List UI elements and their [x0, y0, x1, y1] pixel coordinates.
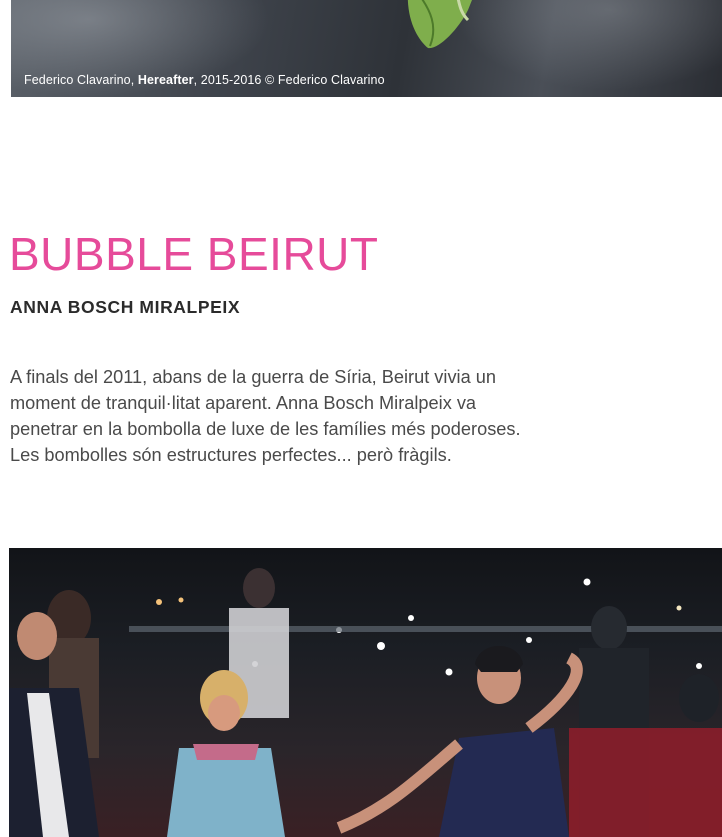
caption-author: Federico Clavarino,: [24, 73, 135, 87]
red-seating: [569, 728, 722, 837]
railing: [129, 626, 722, 632]
photo-highlight-right: [441, 0, 722, 97]
caption-details: , 2015-2016 © Federico Clavarino: [193, 73, 385, 87]
photo-caption: Federico Clavarino, Hereafter, 2015-2016…: [24, 73, 385, 87]
exhibition-description: A finals del 2011, abans de la guerra de…: [10, 364, 722, 468]
caption-work-title: Hereafter: [137, 73, 194, 87]
description-line: Les bombolles són estructures perfectes.…: [10, 445, 452, 465]
bottom-photo: [9, 548, 722, 837]
description-line: moment de tranquil·litat aparent. Anna B…: [10, 393, 477, 413]
woman-navy-dress: [336, 646, 583, 837]
description-line: A finals del 2011, abans de la guerra de…: [10, 367, 496, 387]
leaf-image: [407, 0, 472, 49]
party-scene-image: [9, 568, 722, 837]
exhibition-author: ANNA BOSCH MIRALPEIX: [10, 297, 241, 317]
exhibition-title: BUBBLE BEIRUT: [9, 228, 379, 280]
description-line: penetrar en la bombolla de luxe de les f…: [10, 419, 521, 439]
top-photo: Federico Clavarino, Hereafter, 2015-2016…: [11, 0, 722, 97]
